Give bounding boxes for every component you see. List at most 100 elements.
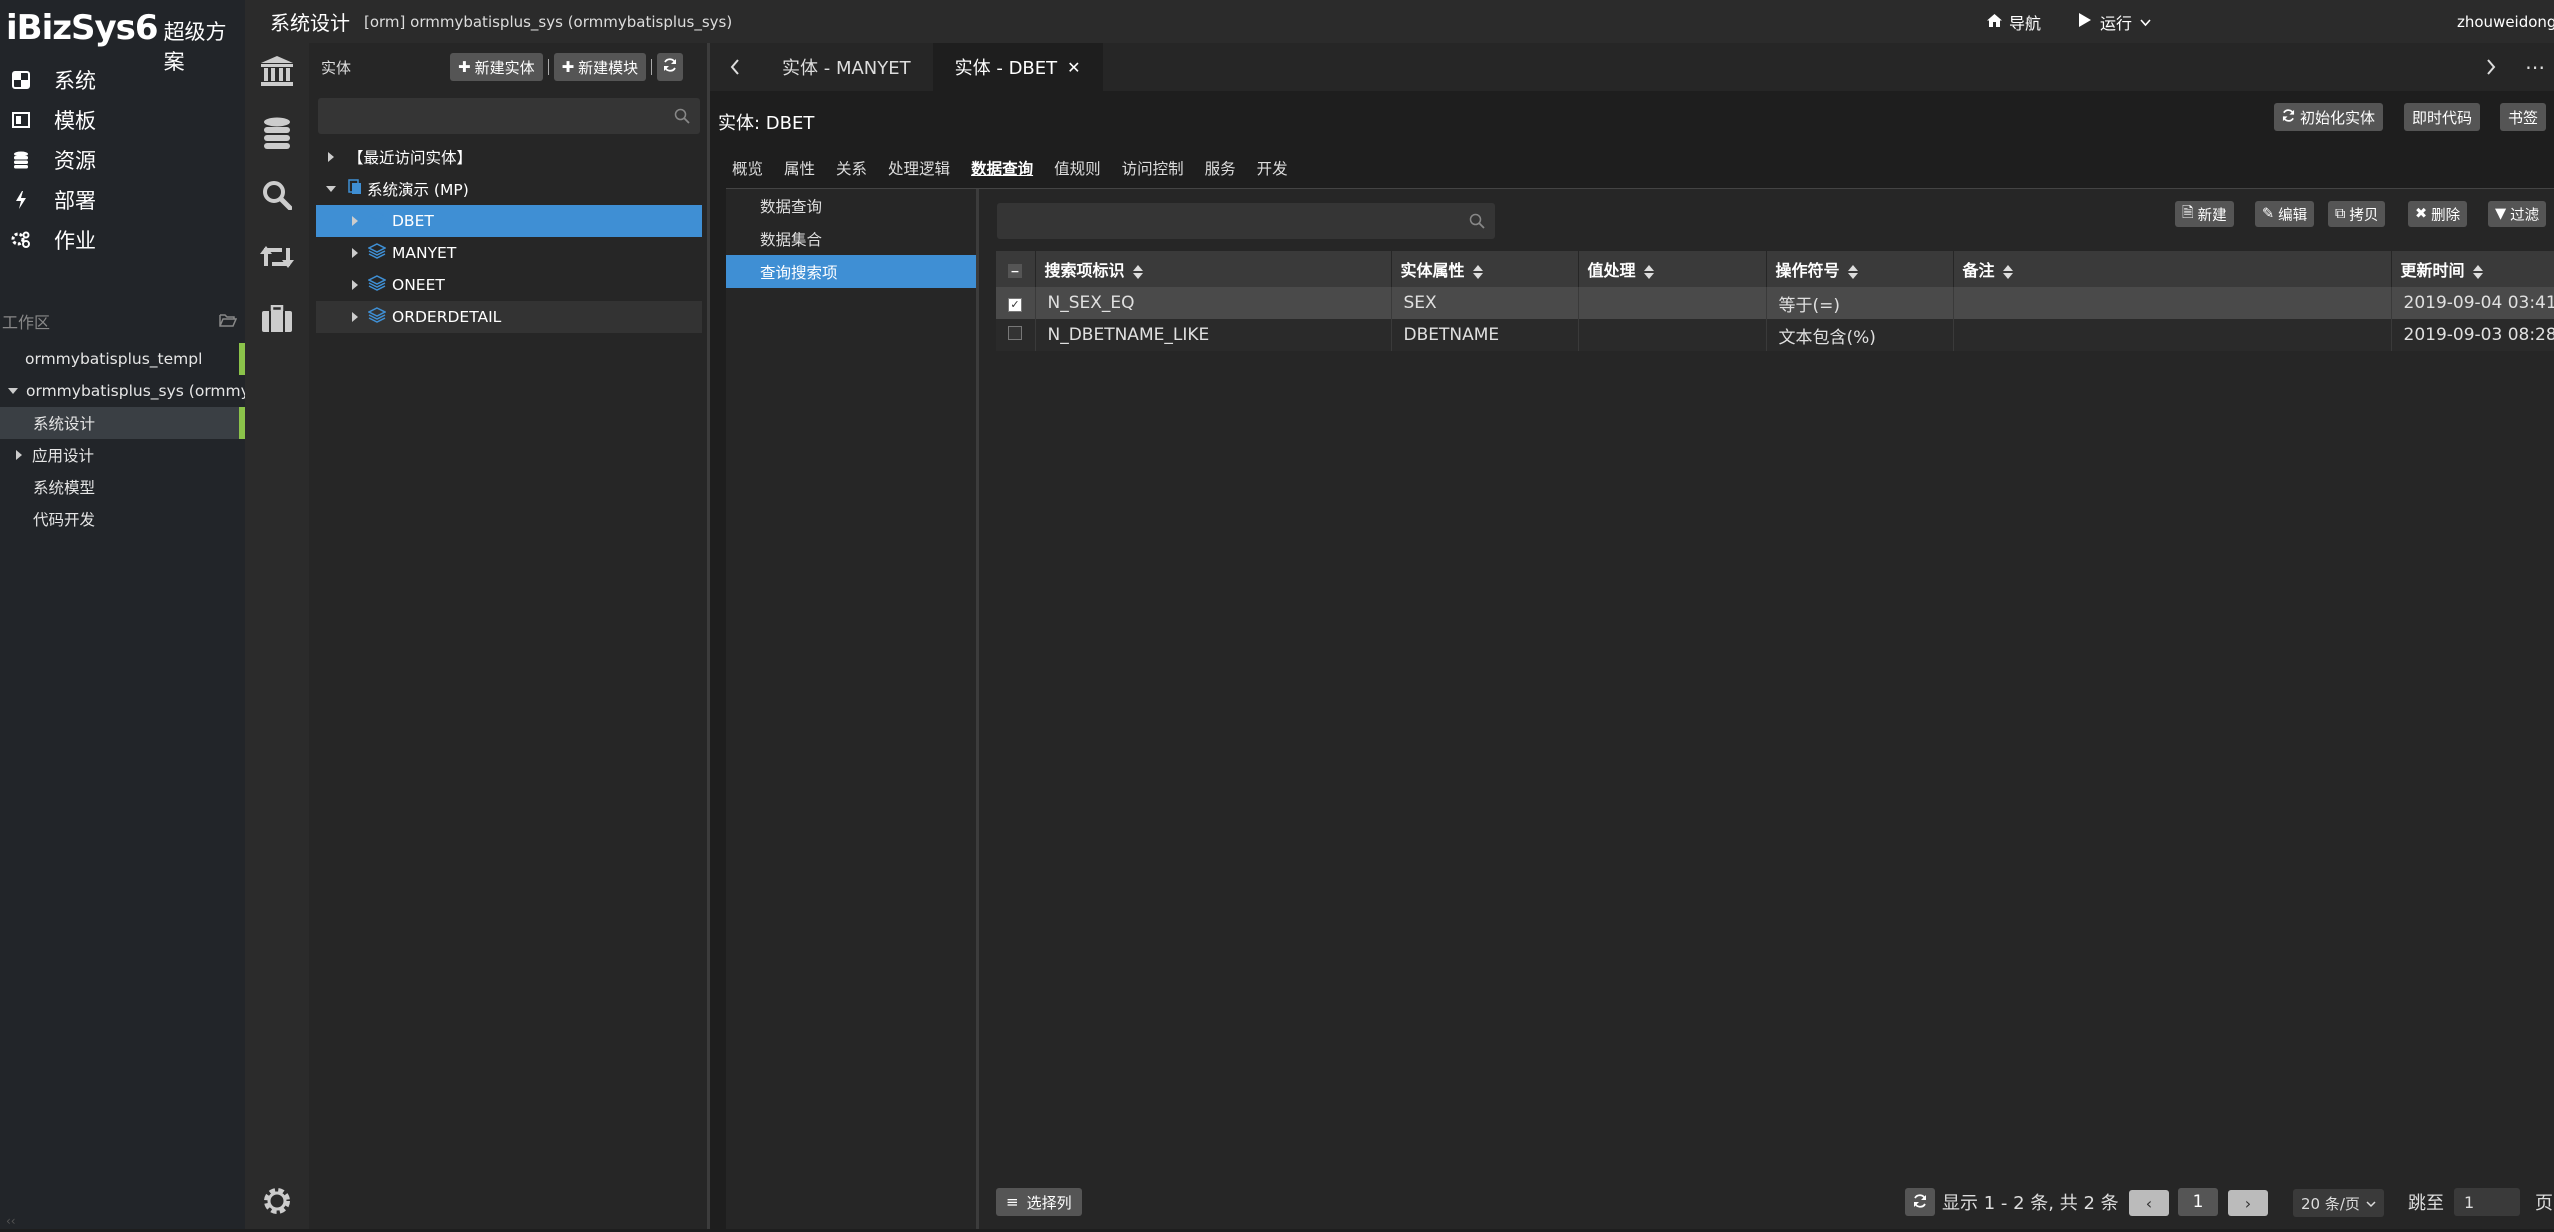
- col-header-search-id[interactable]: 搜索项标识: [1035, 251, 1392, 287]
- jump-page-input[interactable]: 1: [2454, 1188, 2520, 1216]
- page-title: 系统设计: [270, 11, 350, 35]
- search-icon[interactable]: [245, 164, 309, 226]
- leftnav-data-set[interactable]: 数据集合: [726, 222, 976, 255]
- refresh-button[interactable]: [657, 53, 684, 81]
- menu-label: 系统: [54, 69, 96, 93]
- col-header-value-handling[interactable]: 值处理: [1578, 251, 1767, 287]
- row-checkbox[interactable]: ✓: [996, 287, 1036, 319]
- x-icon: ✖: [2415, 206, 2428, 222]
- select-all-checkbox[interactable]: −: [996, 251, 1036, 287]
- collapse-icon[interactable]: ‹‹: [6, 1214, 16, 1228]
- col-header-operator[interactable]: 操作符号: [1766, 251, 1954, 287]
- tree-node-label: DBET: [392, 212, 434, 230]
- menu-item-template[interactable]: 模板: [0, 100, 245, 140]
- workspace-item-label: ormmybatisplus_sys (ormmyb...: [26, 382, 245, 400]
- workspace-label: 工作区: [2, 313, 51, 332]
- copy-icon: ⧉: [2335, 206, 2346, 222]
- menu-label: 作业: [54, 229, 96, 253]
- cell-value-handling: [1578, 319, 1767, 351]
- menu-label: 部署: [54, 189, 96, 213]
- col-header-remark[interactable]: 备注: [1953, 251, 2392, 287]
- new-module-button[interactable]: ✚ 新建模块: [553, 53, 647, 81]
- col-header-entity-field[interactable]: 实体属性: [1391, 251, 1579, 287]
- tree-node-group[interactable]: 系统演示 (MP): [316, 173, 702, 205]
- leftnav-data-query[interactable]: 数据查询: [726, 189, 976, 222]
- workspace-item-system-design[interactable]: 系统设计: [0, 407, 245, 439]
- select-columns-button[interactable]: ≡ 选择列: [996, 1188, 1082, 1216]
- table-row[interactable]: ✓ N_SEX_EQ SEX 等于(=) 2019-09-04 03:41:2.…: [996, 287, 2554, 319]
- subnav-overview[interactable]: 概览: [732, 157, 763, 179]
- refresh-icon: [663, 58, 677, 76]
- subnav-services[interactable]: 服务: [1205, 157, 1236, 179]
- subnav-logic[interactable]: 处理逻辑: [888, 157, 950, 179]
- chevron-left-icon: ‹: [2145, 1193, 2153, 1213]
- user-name[interactable]: zhouweidong: [2457, 0, 2554, 43]
- run-dropdown[interactable]: 运行: [2079, 0, 2151, 43]
- button-label: 即时代码: [2412, 108, 2473, 127]
- tree-node-recent[interactable]: 【最近访问实体】: [316, 141, 702, 173]
- col-label: 操作符号: [1775, 261, 1840, 280]
- init-entity-button[interactable]: 初始化实体: [2274, 103, 2384, 131]
- tree-node-label: MANYET: [392, 244, 457, 262]
- entity-search-input[interactable]: [318, 98, 700, 134]
- nav-link[interactable]: 导航: [1987, 0, 2041, 43]
- menu-item-job[interactable]: 作业: [0, 220, 245, 260]
- tree-node-entity-orderdetail[interactable]: ORDERDETAIL: [316, 301, 702, 333]
- close-icon[interactable]: ✕: [1067, 58, 1080, 77]
- workspace-item-code-dev[interactable]: 代码开发: [0, 503, 245, 535]
- page-size-select[interactable]: 20 条/页: [2293, 1189, 2384, 1217]
- next-page-button[interactable]: ›: [2228, 1190, 2268, 1216]
- menu-item-system[interactable]: 系统: [0, 60, 245, 100]
- menu-item-resource[interactable]: 资源: [0, 140, 245, 180]
- subnav-access-control[interactable]: 访问控制: [1122, 157, 1184, 179]
- folder-open-icon[interactable]: [219, 312, 238, 331]
- subnav-fields[interactable]: 属性: [784, 157, 815, 179]
- subnav-relations[interactable]: 关系: [836, 157, 867, 179]
- current-page-button[interactable]: 1: [2178, 1188, 2218, 1216]
- bank-icon[interactable]: [245, 40, 309, 102]
- tree-node-entity-dbet[interactable]: DBET: [316, 205, 702, 237]
- subnav-value-rules[interactable]: 值规则: [1054, 157, 1101, 179]
- entity-panel-header: 实体 ✚ 新建实体 ✚ 新建模块: [309, 43, 707, 91]
- workspace-item-sys[interactable]: ormmybatisplus_sys (ormmyb...: [0, 375, 245, 407]
- briefcase-icon[interactable]: [245, 288, 309, 350]
- tree-node-entity-manyet[interactable]: MANYET: [316, 237, 702, 269]
- grid-search-input[interactable]: [997, 203, 1495, 239]
- grid-filter-button[interactable]: ▼ 过滤: [2488, 201, 2547, 227]
- database-icon[interactable]: [245, 102, 309, 164]
- gear-icon[interactable]: [245, 1170, 309, 1232]
- subnav-dev[interactable]: 开发: [1257, 157, 1288, 179]
- layers-icon: [367, 307, 387, 327]
- workspace-item-system-model[interactable]: 系统模型: [0, 471, 245, 503]
- instant-code-button[interactable]: 即时代码: [2404, 103, 2481, 131]
- page-suffix: 页: [2535, 1193, 2553, 1214]
- workspace-item-app-design[interactable]: 应用设计: [0, 439, 245, 471]
- chevron-left-icon[interactable]: [710, 43, 760, 91]
- chevron-right-icon[interactable]: [2486, 43, 2496, 91]
- grid-edit-button[interactable]: ✎ 编辑: [2255, 201, 2315, 227]
- cell-entity-field: SEX: [1391, 287, 1579, 319]
- refresh-icon: [2282, 108, 2295, 126]
- tree-node-entity-oneet[interactable]: ONEET: [316, 269, 702, 301]
- more-icon[interactable]: ⋯: [2525, 43, 2545, 91]
- workspace-item-templ[interactable]: ormmybatisplus_templ: [0, 343, 245, 375]
- tab-manyet[interactable]: 实体 - MANYET: [760, 43, 933, 91]
- tab-dbet[interactable]: 实体 - DBET ✕: [932, 43, 1103, 91]
- button-label: 拷贝: [2349, 207, 2379, 224]
- bookmark-button[interactable]: 书签: [2500, 103, 2547, 131]
- grid-new-button[interactable]: 🗎 新建: [2175, 201, 2234, 227]
- new-entity-button[interactable]: ✚ 新建实体: [450, 53, 543, 81]
- row-checkbox[interactable]: [996, 319, 1036, 351]
- grid-refresh-button[interactable]: [1905, 1188, 1935, 1216]
- entity-title: 实体: DBET: [718, 113, 815, 134]
- grid-delete-button[interactable]: ✖ 删除: [2408, 201, 2468, 227]
- subnav-data-query[interactable]: 数据查询: [971, 157, 1033, 179]
- col-header-update-time[interactable]: 更新时间: [2391, 251, 2554, 287]
- leftnav-search-items[interactable]: 查询搜索项: [726, 255, 976, 288]
- menu-item-deploy[interactable]: 部署: [0, 180, 245, 220]
- grid-copy-button[interactable]: ⧉ 拷贝: [2328, 201, 2386, 227]
- prev-page-button[interactable]: ‹: [2129, 1190, 2169, 1216]
- retweet-icon[interactable]: [245, 226, 309, 288]
- table-row[interactable]: N_DBETNAME_LIKE DBETNAME 文本包含(%) 2019-09…: [996, 319, 2554, 351]
- workspace-item-label: 系统模型: [33, 479, 96, 497]
